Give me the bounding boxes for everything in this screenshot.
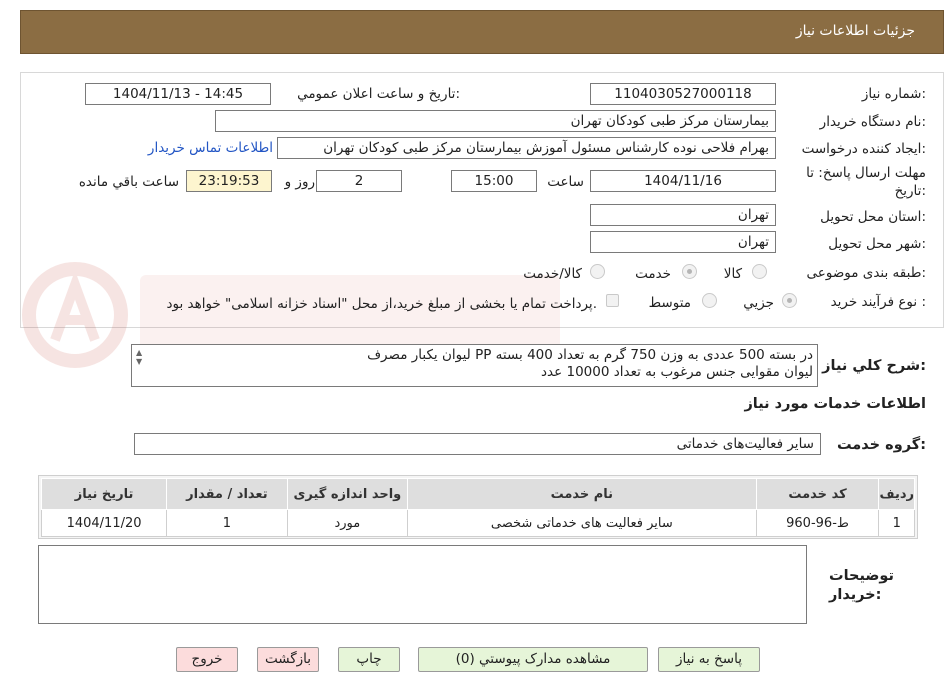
process-minor-label: جزیي [743,295,774,311]
days-label: روز و [284,174,315,190]
cell-qty: 1 [166,509,288,537]
need-number-field: 1104030527000118 [590,83,776,105]
requester-label: ایجاد کننده درخواست: [801,141,926,157]
announce-label: تاریخ و ساعت اعلان عمومي: [297,86,460,102]
category-goods-label: کالا [723,266,742,282]
cell-name: سایر فعالیت های خدماتی شخصی [407,509,757,537]
process-medium-label: متوسط [648,295,691,311]
cell-row: 1 [878,509,915,537]
service-group-field: سایر فعالیت‌های خدماتی [134,433,821,455]
table-row: 1 ط-96-960 سایر فعالیت های خدماتی شخصی م… [40,509,915,537]
requester-field: بهرام فلاحی نوده کارشناس مسئول آموزش بیم… [277,137,776,159]
service-group-label: گروه خدمت: [836,437,926,453]
col-row-header: ردیف [878,478,915,510]
time-remaining-label: ساعت باقي مانده [78,174,179,190]
description-line-1: لیوان یکبار مصرف PP در بسته 500 عددی به … [367,347,813,363]
cell-unit: مورد [286,509,409,537]
scroll-arrows-icon[interactable]: ▲ ▼ [136,348,142,366]
buyer-org-label: نام دستگاه خریدار: [819,114,926,130]
services-title: اطلاعات خدمات مورد نیاز [744,396,926,412]
category-service-radio[interactable] [682,264,697,279]
category-service-label: خدمت [635,266,671,282]
process-label: نوع فرآیند خرید : [830,294,926,310]
description-textarea[interactable]: لیوان یکبار مصرف PP در بسته 500 عددی به … [131,344,818,387]
city-field: تهران [590,231,776,253]
col-name-header: نام خدمت [407,478,757,510]
deadline-time-field: 15:00 [451,170,537,192]
col-date-header: تاریخ نیاز [40,478,168,510]
exit-button[interactable]: خروج [176,647,238,672]
buyer-org-field: بیمارستان مرکز طبی کودکان تهران [215,110,776,132]
col-code-header: کد خدمت [755,478,880,510]
announce-field: 1404/11/13 - 14:45 [85,83,271,105]
treasury-checkbox[interactable] [606,294,619,307]
cell-code: ط-96-960 [755,509,880,537]
treasury-note: پرداخت تمام یا بخشی از مبلغ خرید،از محل … [166,296,597,312]
buyer-contact-link[interactable]: اطلاعات تماس خریدار [148,140,273,156]
buyer-notes-textarea[interactable] [38,545,807,624]
description-label: شرح کلي نیاز: [822,358,926,374]
need-number-label: شماره نیاز: [861,86,926,102]
buyer-notes-label: توضیحات خریدار: [829,568,894,603]
process-minor-radio[interactable] [782,293,797,308]
category-goods-radio[interactable] [752,264,767,279]
process-medium-radio[interactable] [702,293,717,308]
services-table-container: ردیف کد خدمت نام خدمت واحد اندازه گیری ت… [38,475,918,539]
province-field: تهران [590,204,776,226]
back-button[interactable]: بازگشت [257,647,319,672]
page-header: جزئیات اطلاعات نیاز [20,10,944,54]
category-both-label: کالا/خدمت [523,266,582,282]
col-unit-header: واحد اندازه گیری [286,478,409,510]
cell-date: 1404/11/20 [40,509,168,537]
description-line-2: لیوان مقوایی جنس مرغوب به تعداد 10000 عد… [541,364,813,380]
deadline-date-field: 1404/11/16 [590,170,776,192]
days-remaining-field: 2 [316,170,402,192]
page-title: جزئیات اطلاعات نیاز [795,23,915,39]
city-label: شهر محل تحویل: [828,236,926,252]
time-remaining-field: 23:19:53 [186,170,272,192]
col-qty-header: تعداد / مقدار [166,478,288,510]
deadline-label: مهلت ارسال پاسخ: تا تاریخ: [806,165,926,199]
reply-button[interactable]: پاسخ به نیاز [658,647,760,672]
category-both-radio[interactable] [590,264,605,279]
province-label: استان محل تحویل: [820,209,926,225]
category-label: طبقه بندی موضوعی: [806,265,926,281]
deadline-time-label: ساعت [547,174,584,190]
print-button[interactable]: چاپ [338,647,400,672]
view-documents-button[interactable]: مشاهده مدارک پیوستي (0) [418,647,648,672]
services-table: ردیف کد خدمت نام خدمت واحد اندازه گیری ت… [40,478,915,537]
